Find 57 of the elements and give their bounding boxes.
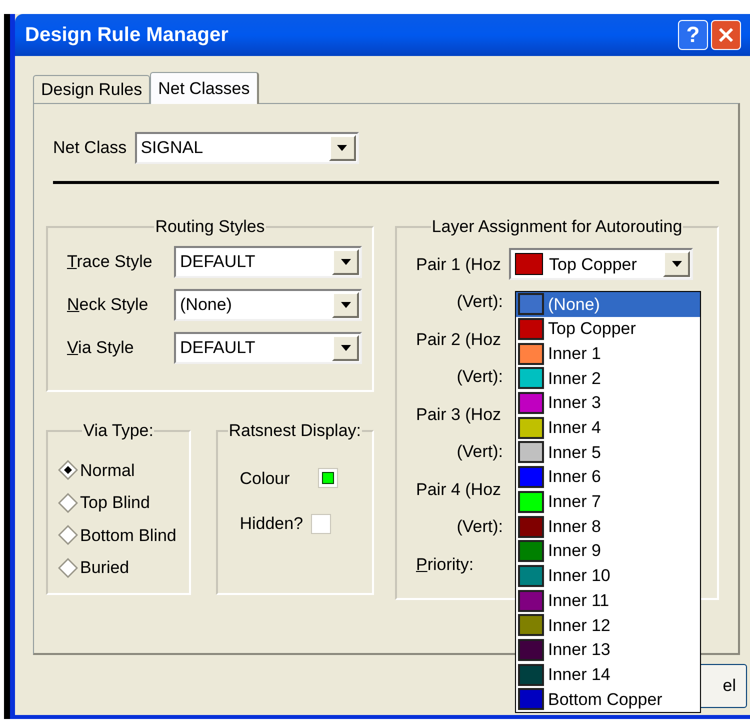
dropdown-option[interactable]: Inner 6 <box>516 464 700 490</box>
radio-button[interactable] <box>58 492 78 513</box>
dropdown-option[interactable]: Top Copper <box>516 316 700 342</box>
group-title: Routing Styles <box>154 216 266 238</box>
radio-label: Bottom Blind <box>80 524 176 546</box>
window-title: Design Rule Manager <box>25 23 230 48</box>
dropdown-option[interactable]: Inner 12 <box>516 612 700 638</box>
radio-button[interactable] <box>58 558 78 578</box>
radio-button[interactable] <box>58 460 78 480</box>
field-label: Pair 1 (Hoz <box>416 254 502 276</box>
dropdown-option[interactable]: Inner 8 <box>516 514 700 539</box>
field-label: (Vert): <box>456 366 503 388</box>
dropdown-option[interactable]: Inner 11 <box>516 588 700 613</box>
group-title: Via Type: <box>82 420 154 442</box>
dropdown-option[interactable]: (None) <box>516 292 700 317</box>
group-title: Ratsnest Display: <box>228 420 362 442</box>
field-label: Pair 2 (Hoz <box>416 328 502 350</box>
radio-button[interactable] <box>58 525 78 546</box>
dropdown-option[interactable]: Inner 14 <box>516 662 700 687</box>
dropdown-option[interactable]: Inner 5 <box>516 440 700 465</box>
tab[interactable]: Net Classes <box>150 72 259 104</box>
dropdown-field[interactable]: SIGNAL <box>134 132 359 164</box>
dropdown-option[interactable]: Inner 3 <box>516 390 700 416</box>
radio-label: Buried <box>80 557 130 579</box>
field-label: Pair 3 (Hoz <box>416 404 502 426</box>
field-label: (Vert): <box>456 441 503 463</box>
dropdown-option[interactable]: Inner 4 <box>516 415 700 440</box>
field-label: Net Class <box>53 137 127 160</box>
dropdown-option[interactable]: Inner 1 <box>516 341 700 366</box>
field-label: (Vert): <box>456 291 503 313</box>
dropdown-field[interactable]: DEFAULT <box>174 246 362 278</box>
dropdown-option[interactable]: Inner 2 <box>516 366 700 391</box>
field-label: Pair 4 (Hoz <box>416 478 502 500</box>
field-label: Priority: <box>416 554 474 576</box>
tab[interactable]: Design Rules <box>33 75 150 103</box>
close-button[interactable] <box>711 20 741 50</box>
group-title: Layer Assignment for Autorouting <box>430 216 684 238</box>
layer-dropdown[interactable]: Top Copper <box>509 248 693 280</box>
checkbox[interactable] <box>311 514 332 534</box>
colour-picker[interactable] <box>318 468 338 488</box>
close-icon <box>718 27 734 43</box>
hidden-label: Hidden? <box>240 513 304 535</box>
dropdown-field[interactable]: (None) <box>174 288 362 320</box>
field-label: Trace Style <box>67 250 152 273</box>
help-button[interactable]: ? <box>678 20 708 50</box>
dropdown-option[interactable]: Inner 13 <box>516 638 700 662</box>
dropdown-option[interactable]: Inner 7 <box>516 490 700 514</box>
dropdown-option[interactable]: Inner 10 <box>516 564 700 588</box>
colour-label: Colour <box>240 468 290 490</box>
radio-label: Top Blind <box>80 492 150 514</box>
field-label: Via Style <box>67 336 134 359</box>
radio-label: Normal <box>80 460 135 482</box>
field-label: (Vert): <box>456 516 503 538</box>
field-label: Neck Style <box>67 294 148 316</box>
dropdown-option[interactable]: Inner 9 <box>516 538 700 564</box>
dropdown-option[interactable]: Bottom Copper <box>516 687 700 712</box>
dropdown-field[interactable]: DEFAULT <box>174 332 362 364</box>
